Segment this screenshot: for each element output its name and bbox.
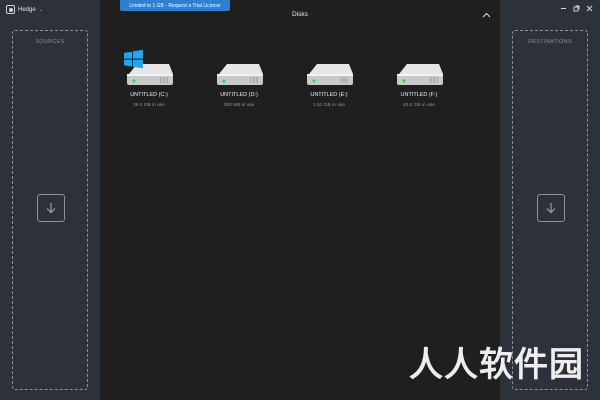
windows-logo-icon — [124, 49, 143, 69]
window-controls — [557, 3, 596, 14]
disk-item[interactable]: UNTITLED (E:) 1.51 GB in use — [298, 46, 360, 108]
chevron-up-icon — [482, 12, 490, 18]
disk-list: UNTITLED (C:) 28.4 GB in use UNTITLED (D… — [118, 46, 450, 108]
watermark-char: 人 — [444, 345, 478, 385]
watermark-char: 园 — [549, 345, 583, 385]
watermark: 人 人 软 件 园 — [409, 337, 583, 386]
disk-item[interactable]: UNTITLED (F:) 63.2 GB in use — [388, 46, 450, 108]
disk-usage: 63.2 GB in use — [403, 103, 435, 108]
hard-drive-icon — [393, 46, 445, 90]
minimize-button[interactable] — [557, 3, 570, 14]
hard-drive-icon — [123, 46, 175, 90]
restore-icon — [573, 5, 580, 12]
disk-usage: 28.4 GB in use — [133, 103, 165, 108]
hedge-window: Hedge ⌄ SOURCES Limited to 1 GB - Reques… — [0, 0, 600, 400]
license-banner-text: Limited to 1 GB - Request a Trial Licens… — [129, 2, 221, 9]
download-arrow-icon — [46, 203, 56, 214]
disk-item[interactable]: UNTITLED (C:) 28.4 GB in use — [118, 46, 180, 108]
hedge-logo-icon — [6, 5, 15, 14]
destinations-label: DESTINATIONS — [528, 39, 572, 45]
hard-drive-icon — [303, 46, 355, 90]
collapse-disks-button[interactable] — [480, 9, 492, 21]
minimize-icon — [561, 8, 566, 9]
license-banner[interactable]: Limited to 1 GB - Request a Trial Licens… — [120, 0, 230, 11]
add-destination-button[interactable] — [537, 194, 565, 222]
restore-button[interactable] — [570, 3, 583, 14]
chevron-down-icon: ⌄ — [38, 6, 43, 13]
disks-section-title: Disks — [292, 11, 308, 18]
app-name: Hedge — [18, 6, 36, 13]
close-icon — [586, 5, 593, 12]
app-menu-button[interactable]: Hedge ⌄ — [6, 4, 43, 15]
disk-name: UNTITLED (C:) — [130, 92, 168, 98]
watermark-char: 人 — [409, 345, 443, 385]
disk-usage: 1.51 GB in use — [313, 103, 345, 108]
disk-usage: 380 MB in use — [223, 103, 255, 108]
add-source-button[interactable] — [37, 194, 65, 222]
disk-name: UNTITLED (E:) — [310, 92, 348, 98]
sources-drop-zone[interactable]: SOURCES — [12, 30, 88, 390]
download-arrow-icon — [546, 203, 556, 214]
watermark-char: 软 — [479, 345, 513, 385]
sources-label: SOURCES — [35, 39, 65, 45]
destinations-drop-zone[interactable]: DESTINATIONS — [512, 30, 588, 390]
watermark-char: 件 — [514, 345, 548, 385]
close-button[interactable] — [583, 3, 596, 14]
disk-name: UNTITLED (F:) — [400, 92, 438, 98]
sources-panel: Hedge ⌄ SOURCES — [0, 0, 100, 400]
disk-item[interactable]: UNTITLED (D:) 380 MB in use — [208, 46, 270, 108]
hard-drive-icon — [213, 46, 265, 90]
disk-name: UNTITLED (D:) — [220, 92, 258, 98]
